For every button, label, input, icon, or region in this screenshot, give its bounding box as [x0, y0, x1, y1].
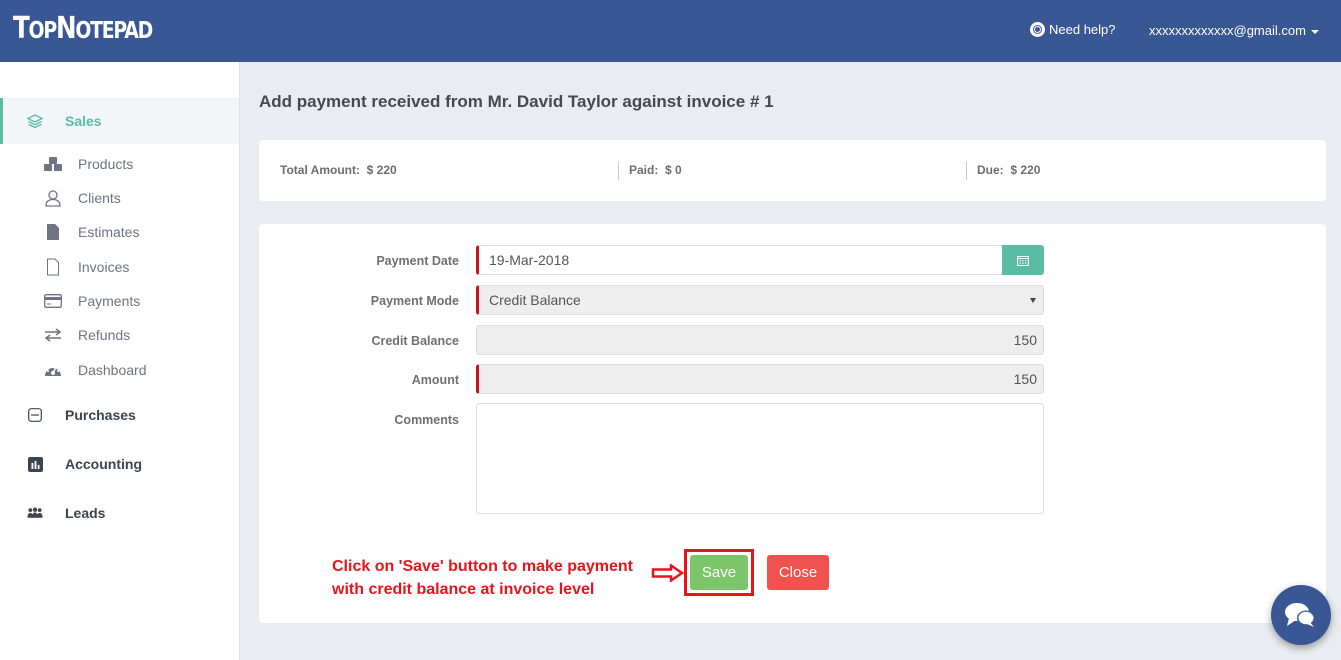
bar-chart-icon: [27, 456, 43, 472]
paid-amount: Paid: $ 0: [629, 163, 682, 177]
due-amount: Due: $ 220: [977, 163, 1040, 177]
page-title: Add payment received from Mr. David Tayl…: [259, 92, 774, 111]
sidebar-item-invoices[interactable]: Invoices: [43, 258, 129, 276]
lifebuoy-icon: [1030, 22, 1045, 37]
sidebar-label: Accounting: [65, 456, 142, 472]
sidebar-label: Refunds: [78, 327, 131, 343]
sidebar-label: Dashboard: [78, 362, 147, 378]
save-highlight-box: Save: [684, 549, 754, 596]
arrow-right-icon: [651, 564, 685, 582]
annotation-line: Click on 'Save' button to make payment: [332, 558, 634, 575]
logo[interactable]: TOPNOTEPAD: [13, 11, 153, 48]
amount-value: 150: [1013, 371, 1037, 387]
sidebar-item-payments[interactable]: Payments: [43, 292, 140, 310]
paid-value: $ 0: [665, 163, 682, 177]
logo-letter: T: [13, 11, 30, 46]
calendar-button[interactable]: [1002, 245, 1044, 275]
top-navbar: TOPNOTEPAD Need help? xxxxxxxxxxxxx@gmai…: [0, 0, 1341, 62]
minus-square-icon: [27, 407, 43, 423]
amount-label: Amount: [411, 373, 459, 387]
sidebar-item-refunds[interactable]: Refunds: [43, 326, 130, 344]
sidebar-label: Purchases: [65, 407, 136, 423]
sidebar-item-accounting[interactable]: Accounting: [27, 456, 142, 472]
comments-label: Comments: [394, 413, 459, 427]
annotation-line: with credit balance at invoice level: [332, 581, 595, 598]
divider: [618, 161, 619, 180]
credit-card-icon: [43, 292, 63, 310]
file-outline-icon: [43, 258, 63, 276]
close-button[interactable]: Close: [767, 555, 829, 590]
sidebar-item-estimates[interactable]: Estimates: [43, 223, 139, 241]
sidebar-item-purchases[interactable]: Purchases: [27, 407, 136, 423]
payment-mode-select[interactable]: Credit Balance: [476, 285, 1044, 315]
dashboard-icon: [43, 361, 63, 379]
sidebar-label: Payments: [78, 293, 141, 309]
layers-icon: [27, 113, 43, 129]
payment-form-card: Payment Date 19-Mar-2018 Payment Mode Cr…: [259, 224, 1326, 623]
logo-text: OP: [28, 18, 58, 44]
invoice-summary-card: Total Amount: $ 220 Paid: $ 0 Due: $ 220: [259, 140, 1326, 201]
chat-button[interactable]: [1271, 585, 1331, 645]
comments-textarea[interactable]: [476, 403, 1044, 514]
total-amount-label: Total Amount:: [280, 163, 360, 177]
total-amount-value: $ 220: [366, 163, 397, 177]
payment-date-input[interactable]: 19-Mar-2018: [476, 245, 1004, 275]
logo-letter: N: [55, 11, 77, 46]
paid-label: Paid:: [629, 163, 659, 177]
sidebar-label: Products: [78, 156, 134, 172]
due-value: $ 220: [1010, 163, 1041, 177]
due-label: Due:: [977, 163, 1004, 177]
account-email: xxxxxxxxxxxxx@gmail.com: [1149, 23, 1306, 38]
sidebar-item-leads[interactable]: Leads: [27, 505, 105, 521]
cubes-icon: [43, 155, 63, 173]
payment-date-value: 19-Mar-2018: [489, 252, 570, 268]
sidebar: Sales Products Clients Estimates Invoice…: [0, 62, 240, 660]
sidebar-item-products[interactable]: Products: [43, 155, 133, 173]
sidebar-item-dashboard[interactable]: Dashboard: [43, 361, 147, 379]
payment-date-label: Payment Date: [376, 254, 459, 268]
sidebar-label: Sales: [65, 113, 102, 129]
payment-mode-label: Payment Mode: [370, 294, 459, 308]
caret-down-icon: [1310, 29, 1319, 34]
calendar-icon: [1017, 255, 1029, 266]
divider: [966, 161, 967, 180]
users-icon: [27, 505, 43, 521]
amount-input[interactable]: 150: [476, 364, 1044, 394]
credit-balance-label: Credit Balance: [371, 334, 459, 348]
need-help-link[interactable]: Need help?: [1030, 22, 1116, 37]
need-help-label: Need help?: [1049, 22, 1116, 37]
sidebar-item-clients[interactable]: Clients: [43, 189, 121, 207]
sidebar-label: Estimates: [78, 224, 140, 240]
sidebar-label: Clients: [78, 190, 121, 206]
account-menu[interactable]: xxxxxxxxxxxxx@gmail.com: [1149, 23, 1319, 38]
file-filled-icon: [43, 223, 63, 241]
exchange-icon: [43, 326, 63, 344]
credit-balance-field: 150: [476, 325, 1044, 355]
total-amount: Total Amount: $ 220: [280, 163, 397, 177]
sidebar-label: Leads: [65, 505, 106, 521]
logo-text: OTEPAD: [75, 18, 153, 44]
chat-bubbles-icon: [1285, 603, 1315, 627]
credit-balance-value: 150: [1013, 332, 1037, 348]
sidebar-item-sales[interactable]: Sales: [27, 113, 102, 129]
user-icon: [43, 189, 63, 207]
payment-mode-value: Credit Balance: [489, 292, 581, 308]
save-button[interactable]: Save: [690, 555, 748, 590]
annotation-note: Click on 'Save' button to make payment w…: [332, 555, 633, 601]
sidebar-label: Invoices: [78, 259, 130, 275]
caret-down-icon: [1030, 298, 1036, 303]
